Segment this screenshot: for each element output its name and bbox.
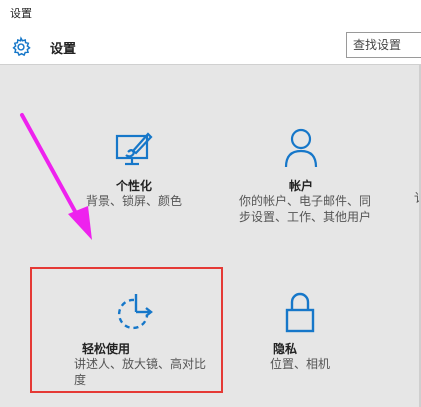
settings-header: 设置 bbox=[0, 30, 421, 64]
search-box[interactable] bbox=[346, 32, 421, 58]
header-divider bbox=[0, 64, 421, 65]
tile-accounts-label: 帐户 bbox=[289, 179, 314, 193]
search-input[interactable] bbox=[347, 33, 421, 57]
tile-privacy[interactable]: 隐私 位置、相机 bbox=[255, 290, 375, 380]
tile-personalization[interactable]: 个性化 背景、锁屏、颜色 bbox=[82, 125, 202, 215]
tile-personalization-desc: 背景、锁屏、颜色 bbox=[86, 194, 183, 208]
lock-icon bbox=[285, 292, 315, 333]
account-person-icon bbox=[284, 128, 318, 168]
title-bar: 设置 bbox=[0, 0, 421, 30]
tile-accounts[interactable]: 帐户 你的帐户、电子邮件、同步设置、工作、其他用户 bbox=[237, 125, 377, 240]
window-title: 设置 bbox=[10, 7, 32, 20]
gear-icon bbox=[12, 36, 31, 57]
personalization-icon bbox=[115, 132, 153, 166]
page-title: 设置 bbox=[50, 42, 77, 57]
tile-personalization-label: 个性化 bbox=[116, 179, 153, 193]
highlight-box bbox=[30, 267, 223, 393]
tile-privacy-desc: 位置、相机 bbox=[270, 357, 331, 371]
tile-accounts-desc: 你的帐户、电子邮件、同步设置、工作、其他用户 bbox=[239, 194, 372, 224]
tile-privacy-label: 隐私 bbox=[273, 342, 298, 356]
